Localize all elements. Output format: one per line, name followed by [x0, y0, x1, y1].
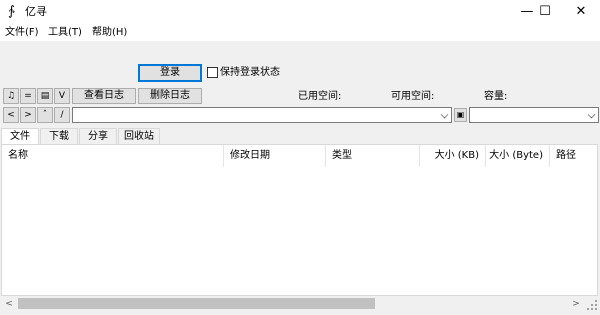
- tab-downloads[interactable]: 下载: [40, 128, 78, 144]
- file-list[interactable]: 名称 修改日期 类型 大小 (KB) 大小 (Byte) 路径: [1, 144, 598, 296]
- app-logo-icon: ∱: [8, 4, 15, 19]
- menu-help[interactable]: 帮助(H): [92, 26, 127, 39]
- scroll-left-button[interactable]: <: [1, 296, 17, 312]
- check-icon[interactable]: V: [54, 88, 70, 104]
- column-header-path[interactable]: 路径: [550, 145, 597, 167]
- bell-icon[interactable]: ♫: [3, 88, 19, 104]
- forward-button[interactable]: >: [20, 107, 36, 123]
- column-header-size-kb[interactable]: 大小 (KB): [420, 145, 486, 167]
- tab-recycle-bin[interactable]: 回收站: [118, 128, 160, 144]
- close-button[interactable]: ✕: [563, 0, 599, 24]
- tab-shares[interactable]: 分享: [79, 128, 117, 144]
- title-bar: ∱ 亿寻 — ☐ ✕: [0, 0, 600, 24]
- free-space-label: 可用空间:: [391, 91, 435, 102]
- equals-icon[interactable]: =: [20, 88, 36, 104]
- chevron-down-icon: [440, 110, 449, 119]
- tab-files[interactable]: 文件: [1, 128, 39, 145]
- back-button[interactable]: <: [3, 107, 19, 123]
- path-combobox[interactable]: [72, 107, 452, 123]
- scroll-right-button[interactable]: >: [568, 296, 584, 312]
- root-button[interactable]: /: [54, 107, 70, 123]
- resize-grip-icon[interactable]: [585, 298, 599, 312]
- drive-combobox[interactable]: [469, 107, 599, 123]
- delete-log-button[interactable]: 删除日志: [138, 88, 202, 104]
- view-log-button[interactable]: 查看日志: [72, 88, 136, 104]
- window-title: 亿寻: [25, 5, 47, 18]
- column-header-modified[interactable]: 修改日期: [224, 145, 326, 167]
- remember-login-checkbox[interactable]: [207, 67, 218, 78]
- drive-icon[interactable]: ▣: [454, 108, 467, 122]
- maximize-button[interactable]: ☐: [525, 0, 565, 24]
- calendar-icon[interactable]: ▤: [37, 88, 53, 104]
- horizontal-scrollbar[interactable]: < >: [1, 296, 584, 312]
- menu-tools[interactable]: 工具(T): [48, 26, 82, 39]
- menu-bar: 文件(F) 工具(T) 帮助(H): [0, 24, 600, 41]
- column-header-type[interactable]: 类型: [326, 145, 420, 167]
- up-button[interactable]: ˆ: [37, 107, 53, 123]
- scroll-thumb[interactable]: [18, 298, 375, 309]
- chevron-down-icon: [587, 110, 596, 119]
- menu-file[interactable]: 文件(F): [5, 26, 39, 39]
- used-space-label: 已用空间:: [298, 91, 342, 102]
- remember-login-label: 保持登录状态: [220, 67, 280, 78]
- capacity-label: 容量:: [484, 91, 508, 102]
- login-button[interactable]: 登录: [138, 64, 202, 82]
- column-header-size-byte[interactable]: 大小 (Byte): [486, 145, 550, 167]
- column-header-name[interactable]: 名称: [2, 145, 224, 167]
